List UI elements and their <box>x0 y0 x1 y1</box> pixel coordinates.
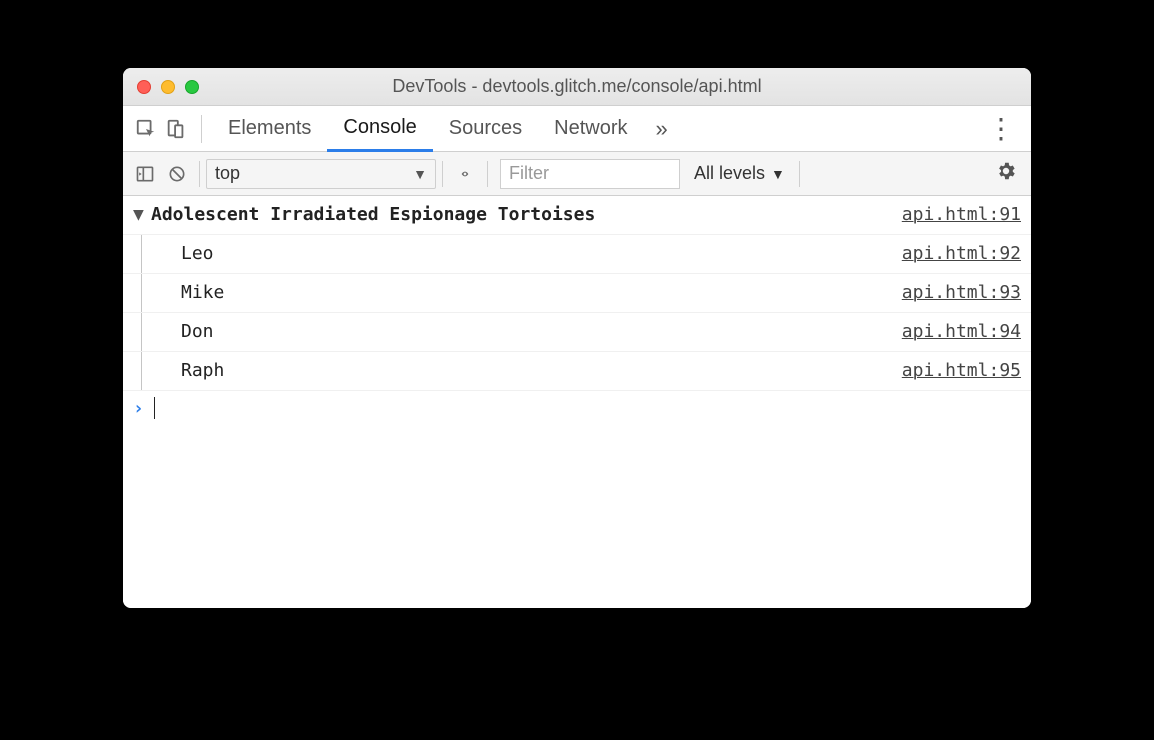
levels-label: All levels <box>694 163 765 184</box>
traffic-lights <box>137 80 199 94</box>
log-levels-selector[interactable]: All levels ▼ <box>686 163 793 184</box>
divider <box>199 161 200 187</box>
tab-network[interactable]: Network <box>538 106 643 151</box>
console-toolbar: top ▼ All levels ▼ <box>123 152 1031 196</box>
context-label: top <box>215 163 240 184</box>
console-output: ▼ Adolescent Irradiated Espionage Tortoi… <box>123 196 1031 608</box>
filter-input[interactable] <box>509 163 671 184</box>
source-link[interactable]: api.html:95 <box>902 358 1021 384</box>
tab-label: Console <box>343 116 416 139</box>
tab-label: Elements <box>228 117 311 140</box>
divider <box>201 115 202 143</box>
log-message: Leo <box>147 241 902 267</box>
zoom-window-button[interactable] <box>185 80 199 94</box>
source-link[interactable]: api.html:94 <box>902 319 1021 345</box>
console-settings-button[interactable] <box>995 160 1017 187</box>
more-vert-icon: ⋮ <box>987 113 1015 144</box>
filter-input-wrap <box>500 159 680 189</box>
log-message: Don <box>147 319 902 345</box>
log-message: Raph <box>147 358 902 384</box>
disclosure-triangle-icon[interactable]: ▼ <box>133 202 151 228</box>
clear-console-icon[interactable] <box>161 164 193 184</box>
minimize-window-button[interactable] <box>161 80 175 94</box>
divider <box>442 161 443 187</box>
console-group-header[interactable]: ▼ Adolescent Irradiated Espionage Tortoi… <box>123 196 1031 235</box>
console-prompt[interactable]: › <box>123 391 1031 425</box>
panel-tabs: Elements Console Sources Network » ⋮ <box>123 106 1031 152</box>
console-log-row: Don api.html:94 <box>123 313 1031 352</box>
window-title: DevTools - devtools.glitch.me/console/ap… <box>123 76 1031 97</box>
inspect-element-icon[interactable] <box>131 118 161 140</box>
divider <box>487 161 488 187</box>
prompt-chevron-icon: › <box>133 398 144 419</box>
close-window-button[interactable] <box>137 80 151 94</box>
tab-console[interactable]: Console <box>327 107 432 152</box>
source-link[interactable]: api.html:92 <box>902 241 1021 267</box>
more-tabs-button[interactable]: » <box>644 116 680 142</box>
live-expression-icon[interactable] <box>449 164 481 184</box>
source-link[interactable]: api.html:91 <box>902 202 1021 228</box>
chevron-down-icon: ▼ <box>413 166 427 182</box>
tab-label: Sources <box>449 117 522 140</box>
tab-sources[interactable]: Sources <box>433 106 538 151</box>
tab-elements[interactable]: Elements <box>212 106 327 151</box>
console-log-row: Leo api.html:92 <box>123 235 1031 274</box>
log-message: Mike <box>147 280 902 306</box>
devtools-window: DevTools - devtools.glitch.me/console/ap… <box>123 68 1031 608</box>
device-toolbar-icon[interactable] <box>161 118 191 140</box>
source-link[interactable]: api.html:93 <box>902 280 1021 306</box>
chevron-down-icon: ▼ <box>771 166 785 182</box>
divider <box>799 161 800 187</box>
text-cursor <box>154 397 155 419</box>
window-titlebar: DevTools - devtools.glitch.me/console/ap… <box>123 68 1031 106</box>
console-log-row: Mike api.html:93 <box>123 274 1031 313</box>
tab-label: Network <box>554 117 627 140</box>
toggle-console-sidebar-icon[interactable] <box>129 164 161 184</box>
group-label: Adolescent Irradiated Espionage Tortoise… <box>151 202 902 228</box>
chevron-right-icon: » <box>656 116 668 141</box>
console-log-row: Raph api.html:95 <box>123 352 1031 391</box>
execution-context-selector[interactable]: top ▼ <box>206 159 436 189</box>
